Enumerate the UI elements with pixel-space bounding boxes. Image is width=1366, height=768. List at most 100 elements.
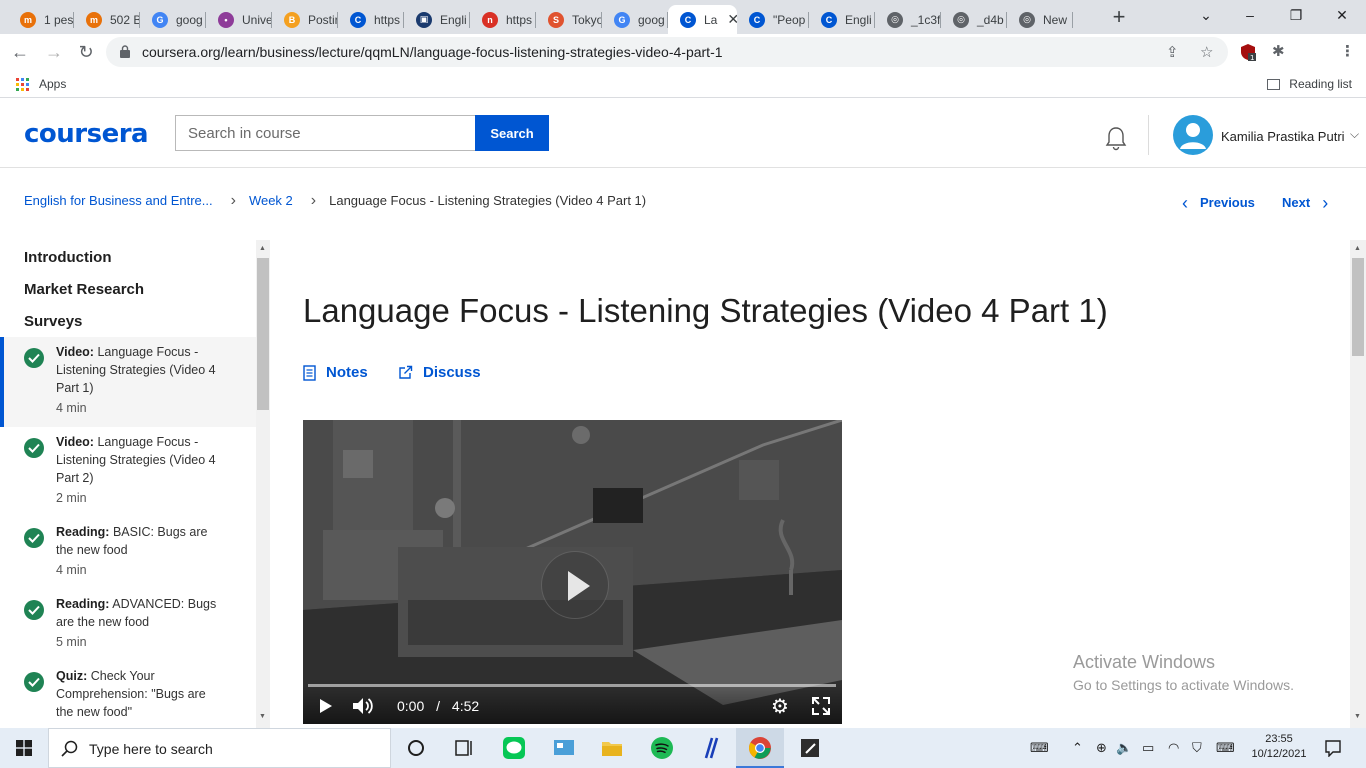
task-view-icon[interactable] (452, 736, 476, 760)
reading-list-button[interactable]: Reading list (1267, 77, 1352, 91)
line-app-icon[interactable] (502, 736, 526, 760)
browser-tab[interactable]: Chttps (338, 5, 404, 34)
snipping-tool-icon[interactable] (798, 736, 822, 760)
minimize-button[interactable]: – (1230, 4, 1270, 26)
extension-shield-icon[interactable]: 1 (1240, 43, 1256, 61)
lesson-text: Reading: ADVANCED: Bugs are the new food… (56, 595, 226, 651)
notification-center-icon[interactable] (1324, 739, 1342, 757)
next-button[interactable]: Next › (1282, 194, 1328, 212)
scroll-down-arrow-icon[interactable]: ▼ (259, 713, 266, 720)
notifications-bell-icon[interactable] (1104, 125, 1128, 151)
browser-tab[interactable]: C "Peop (737, 5, 809, 34)
previous-button[interactable]: ‹ Previous (1182, 194, 1255, 212)
video-control-bar (303, 684, 842, 724)
completed-check-icon (24, 600, 44, 620)
taskbar-search-box[interactable]: Type here to search (48, 728, 391, 768)
search-button[interactable]: Search (475, 115, 549, 151)
browser-tab[interactable]: Ggoog (140, 5, 206, 34)
sidebar-scroll-thumb[interactable] (257, 258, 269, 410)
keyboard-icon[interactable]: ⌨ (1030, 740, 1049, 756)
speaker-icon[interactable]: 🔈 (1116, 740, 1132, 756)
page-scroll-down-icon[interactable]: ▼ (1354, 713, 1361, 720)
windows-start-icon[interactable] (16, 740, 32, 756)
apps-shortcut[interactable]: Apps (16, 77, 66, 91)
settings-gear-icon[interactable]: ⚙ (771, 694, 789, 719)
page-scroll-thumb[interactable] (1352, 258, 1364, 356)
browser-tab[interactable]: m 502 B (74, 5, 140, 34)
tray-expand-chevron-icon[interactable]: ⌃ (1072, 740, 1083, 756)
volume-icon[interactable] (352, 697, 374, 715)
video-play-overlay-button[interactable] (541, 551, 609, 619)
notes-button[interactable]: Notes (303, 364, 368, 381)
wifi-icon[interactable]: ◠ (1168, 740, 1179, 756)
reload-icon[interactable]: ↻ (74, 40, 98, 64)
section-introduction[interactable]: Introduction (24, 249, 111, 266)
bookmark-star-icon[interactable]: ☆ (1200, 43, 1213, 61)
sidebar-lesson-item[interactable]: Video: Language Focus - Listening Strate… (0, 427, 256, 517)
section-market-research[interactable]: Market Research (24, 281, 144, 298)
close-window-button[interactable]: ✕ (1322, 4, 1362, 26)
page-scroll-up-icon[interactable]: ▲ (1354, 245, 1361, 252)
course-outline-sidebar: Introduction Market Research Surveys Vid… (0, 240, 256, 728)
battery-icon[interactable]: ▭ (1142, 740, 1154, 756)
completed-check-icon (24, 348, 44, 368)
play-icon[interactable] (319, 698, 333, 714)
scroll-up-arrow-icon[interactable]: ▲ (259, 245, 266, 252)
forward-arrow-icon[interactable]: → (42, 40, 66, 64)
cortana-icon[interactable] (404, 736, 428, 760)
video-progress-bar[interactable] (308, 684, 836, 687)
browser-tab[interactable]: ◎ New (1007, 5, 1073, 34)
apps-grid-icon (16, 77, 29, 91)
input-method-icon[interactable]: ⌨ (1216, 740, 1235, 756)
tab-label: _d4b (977, 12, 1004, 27)
chrome-menu-icon[interactable]: ⋮ (1340, 42, 1355, 60)
user-menu-chevron-icon[interactable]: ⌵ (1350, 127, 1359, 142)
browser-tab[interactable]: S Tokyo (536, 5, 602, 34)
fullscreen-icon[interactable] (812, 697, 830, 715)
browser-tab[interactable]: m 1 pes (8, 5, 74, 34)
course-search-input[interactable] (175, 115, 475, 151)
extensions-puzzle-icon[interactable]: ✱ (1272, 42, 1285, 60)
address-bar[interactable]: coursera.org/learn/business/lecture/qqmL… (106, 37, 1228, 67)
video-time-separator: / (436, 698, 441, 714)
sidebar-lesson-item[interactable]: Reading: ADVANCED: Bugs are the new food… (0, 589, 256, 661)
section-surveys[interactable]: Surveys (24, 313, 82, 330)
tab-label: "Peop (773, 12, 806, 27)
file-explorer-icon[interactable] (600, 736, 624, 760)
taskbar-chrome-active[interactable] (736, 728, 784, 768)
sidebar-scrollbar[interactable]: ▲ ▼ (256, 240, 270, 728)
spotify-icon[interactable] (650, 736, 674, 760)
browser-tab[interactable]: ◎ _d4b (941, 5, 1007, 34)
breadcrumb-course-link[interactable]: English for Business and Entre... (24, 193, 213, 208)
taskbar-clock[interactable]: 23:55 10/12/2021 (1250, 732, 1308, 762)
browser-tab[interactable]: Ggoog (602, 5, 668, 34)
user-avatar[interactable] (1173, 115, 1213, 155)
meet-now-icon[interactable]: ⊕ (1096, 740, 1107, 756)
sidebar-lesson-item[interactable]: Video: Language Focus - Listening Strate… (0, 337, 256, 427)
restore-button[interactable]: ❐ (1276, 4, 1316, 26)
discuss-button[interactable]: Discuss (398, 364, 481, 381)
coursera-logo[interactable]: coursera (24, 119, 149, 149)
security-shield-icon[interactable]: ⛉ (1192, 740, 1202, 756)
back-arrow-icon[interactable]: ← (8, 40, 32, 64)
browser-tab[interactable]: ▣ Engli (404, 5, 470, 34)
browser-tab[interactable]: C La ✕ (668, 5, 737, 34)
tab-search-chevron-icon[interactable]: ⌄ (1186, 4, 1226, 26)
tab-close-icon[interactable]: ✕ (727, 11, 737, 28)
browser-tab[interactable]: n https (470, 5, 536, 34)
browser-tab[interactable]: B Postir (272, 5, 338, 34)
breadcrumb-week-link[interactable]: Week 2 (249, 193, 293, 208)
page-scrollbar[interactable]: ▲ ▼ (1350, 240, 1366, 728)
browser-tab[interactable]: C Engli (809, 5, 875, 34)
pen-app-icon[interactable] (698, 736, 722, 760)
new-tab-button[interactable]: + (1108, 6, 1130, 28)
control-panel-icon[interactable] (552, 736, 576, 760)
browser-tab[interactable]: • Unive (206, 5, 272, 34)
sidebar-lesson-item[interactable]: Reading: BASIC: Bugs are the new food 4 m… (0, 517, 256, 589)
reading-list-icon (1267, 78, 1281, 90)
user-name[interactable]: Kamilia Prastika Putri (1221, 129, 1345, 144)
share-icon[interactable]: ⇪ (1166, 43, 1179, 61)
browser-tab[interactable]: ◎ _1c3f (875, 5, 941, 34)
sidebar-lesson-item[interactable]: Quiz: Check Your Comprehension: "Bugs ar… (0, 661, 256, 728)
lesson-type: Video: (56, 435, 94, 449)
